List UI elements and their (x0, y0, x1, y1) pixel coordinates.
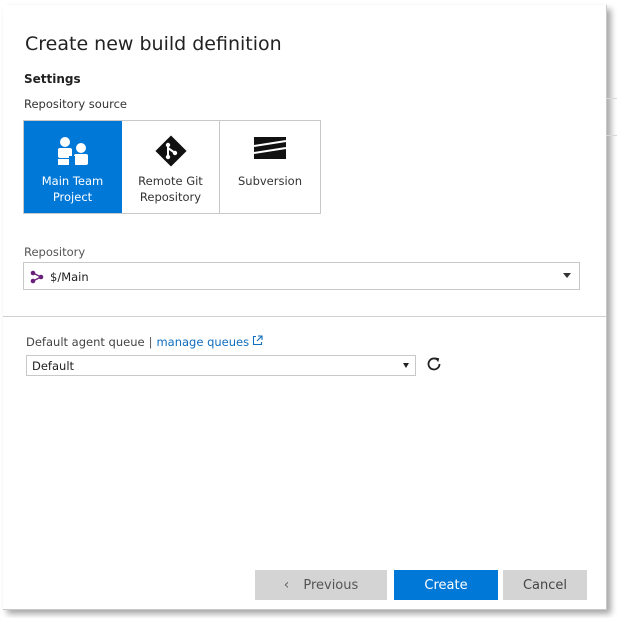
cancel-button[interactable]: Cancel (503, 570, 587, 600)
tile-label-line1: Subversion (237, 174, 302, 188)
label-separator: | (148, 335, 153, 349)
previous-button-label: Previous (303, 577, 359, 593)
create-build-definition-dialog: Create new build definition Settings Rep… (3, 5, 607, 610)
tile-label-line1: Remote Git (138, 174, 203, 188)
repository-value: $/Main (50, 270, 89, 284)
repository-dropdown[interactable]: $/Main (23, 262, 580, 290)
previous-button[interactable]: ‹ Previous (255, 570, 387, 600)
background-edge-line (606, 98, 617, 99)
dialog-title: Create new build definition (25, 33, 282, 55)
refresh-icon[interactable] (425, 355, 443, 377)
repository-source-label: Repository source (24, 97, 127, 111)
settings-heading: Settings (24, 72, 81, 86)
repository-label: Repository (24, 245, 86, 259)
tile-remote-git-repository[interactable]: Remote Git Repository (122, 121, 220, 213)
subversion-icon (220, 135, 320, 171)
tile-label-line2: Repository (139, 190, 202, 204)
chevron-down-icon (403, 363, 409, 368)
tile-label-line2: Project (52, 190, 93, 204)
tile-label-line1: Main Team (41, 174, 104, 188)
agent-queue-label-row: Default agent queue | manage queues (26, 335, 263, 349)
tfvc-branch-icon (30, 269, 44, 288)
chevron-left-icon: ‹ (283, 577, 290, 593)
agent-queue-label: Default agent queue (26, 335, 145, 349)
repository-source-selector: Main Team Project Remote Git Repository (23, 120, 321, 214)
tile-main-team-project[interactable]: Main Team Project (24, 121, 122, 213)
team-project-icon (24, 135, 121, 171)
tile-subversion[interactable]: Subversion (220, 121, 320, 213)
section-divider (3, 316, 606, 317)
manage-queues-link[interactable]: manage queues (156, 335, 249, 349)
git-icon (122, 135, 219, 171)
external-link-icon[interactable] (252, 335, 263, 349)
chevron-down-icon (563, 273, 571, 278)
background-edge-line (606, 135, 617, 136)
agent-queue-dropdown[interactable]: Default (26, 355, 416, 376)
agent-queue-value: Default (32, 359, 75, 373)
create-button[interactable]: Create (394, 570, 498, 600)
